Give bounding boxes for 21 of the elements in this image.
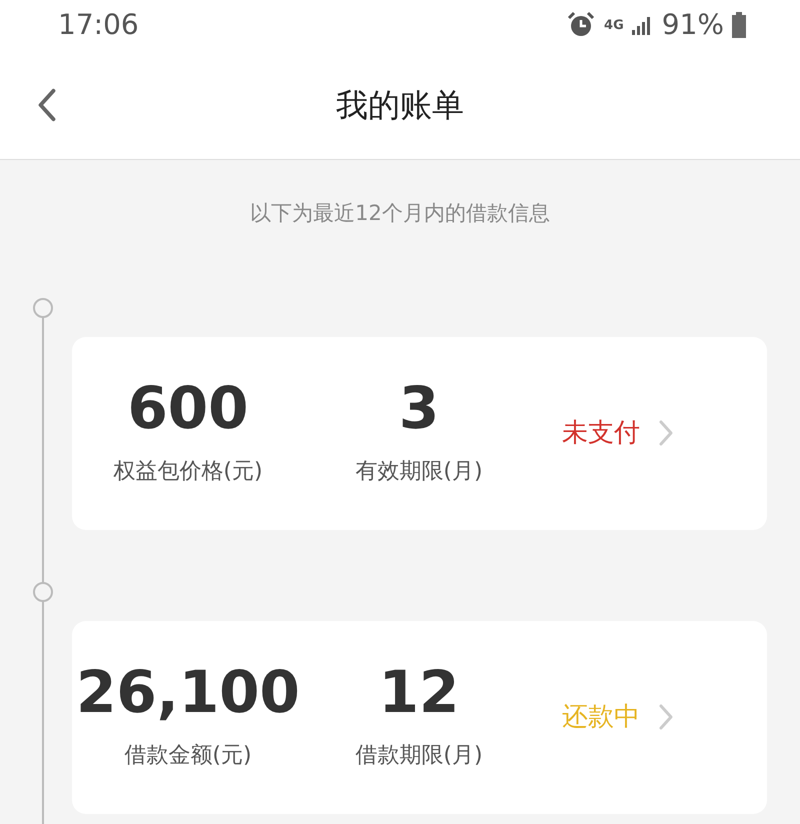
bill-status: 还款中 bbox=[562, 700, 640, 734]
battery-icon bbox=[732, 12, 746, 38]
amount-label: 借款期限(月) bbox=[355, 742, 483, 770]
battery-percent: 91% bbox=[662, 7, 724, 43]
network-type: 4G bbox=[604, 18, 624, 32]
status-time: 17:06 bbox=[58, 7, 139, 43]
amount-value: 12 bbox=[378, 662, 460, 720]
back-icon bbox=[36, 86, 58, 122]
bill-status: 未支付 bbox=[562, 416, 640, 450]
chevron-right-icon bbox=[658, 703, 674, 731]
amount-value: 26,100 bbox=[76, 662, 300, 720]
amount-value: 3 bbox=[398, 378, 440, 436]
amount-label: 有效期限(月) bbox=[355, 458, 483, 486]
page-title: 我的账单 bbox=[336, 84, 464, 126]
bill-card[interactable]: 26,100 借款金额(元) 12 借款期限(月) 还款中 bbox=[72, 620, 767, 814]
amount-value: 600 bbox=[127, 378, 249, 436]
amount-label: 权益包价格(元) bbox=[113, 458, 263, 486]
info-note: 以下为最近12个月内的借款信息 bbox=[249, 200, 551, 227]
amount-label: 借款金额(元) bbox=[124, 742, 252, 770]
chevron-right-icon bbox=[658, 419, 674, 447]
bill-card[interactable]: 600 权益包价格(元) 3 有效期限(月) 未支付 bbox=[72, 336, 767, 530]
